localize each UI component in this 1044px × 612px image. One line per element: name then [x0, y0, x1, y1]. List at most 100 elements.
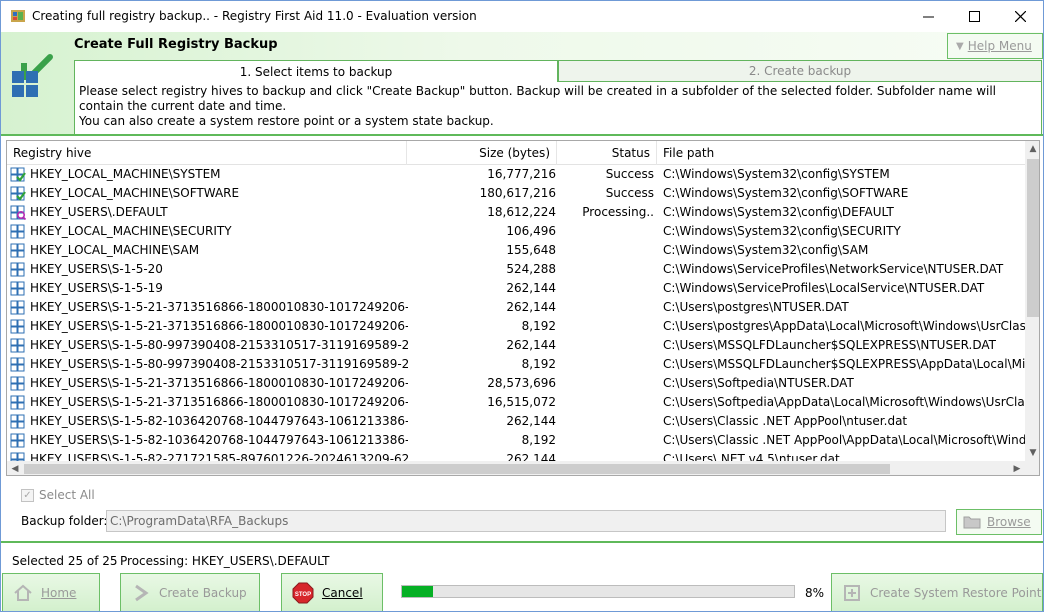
cell-status: Success [605, 186, 654, 200]
close-button[interactable] [997, 1, 1043, 32]
cancel-button[interactable]: STOP Cancel [281, 573, 383, 611]
select-all-checkbox[interactable]: ✓ Select All [21, 488, 95, 502]
table-row[interactable]: HKEY_USERS\S-1-5-82-271721585-897601226-… [7, 450, 1025, 461]
table-row[interactable]: HKEY_LOCAL_MACHINE\SYSTEM 16,777,216 Succe… [7, 165, 1025, 184]
cell-path: C:\Users\postgres\AppData\Local\Microsof… [663, 319, 1025, 333]
column-header-hive[interactable]: Registry hive [7, 141, 407, 165]
column-header-path[interactable]: File path [657, 141, 1025, 165]
scroll-up-icon[interactable]: ▲ [1025, 141, 1039, 157]
cell-path: C:\Users\Classic .NET AppPool\AppData\Lo… [663, 433, 1025, 447]
create-backup-label: Create Backup [159, 585, 247, 600]
cell-status [562, 260, 654, 279]
cell-status [562, 336, 654, 355]
table-row[interactable]: HKEY_USERS\S-1-5-82-1036420768-104479764… [7, 412, 1025, 431]
table-row[interactable]: HKEY_USERS\S-1-5-80-997390408-2153310517… [7, 355, 1025, 374]
table-row[interactable]: HKEY_LOCAL_MACHINE\SOFTWARE 180,617,216 Su… [7, 184, 1025, 203]
cell-status [562, 412, 654, 431]
cell-status [562, 317, 654, 336]
cell-size: 28,573,696 [487, 376, 556, 390]
table-row[interactable]: HKEY_USERS\S-1-5-21-3713516866-180001083… [7, 393, 1025, 412]
cell-status [562, 279, 654, 298]
scrollbar-thumb[interactable] [24, 464, 890, 474]
column-header-status[interactable]: Status [557, 141, 657, 165]
home-label: Home [41, 585, 77, 600]
scroll-corner [1025, 461, 1039, 475]
cell-status [562, 241, 654, 260]
scroll-down-icon[interactable]: ▼ [1025, 445, 1039, 461]
table-row[interactable]: HKEY_USERS\S-1-5-21-3713516866-180001083… [7, 374, 1025, 393]
maximize-icon [968, 11, 980, 22]
cell-status [562, 374, 654, 393]
create-backup-button[interactable]: Create Backup [120, 573, 260, 611]
table-row[interactable]: HKEY_USERS\S-1-5-82-1036420768-104479764… [7, 431, 1025, 450]
cell-status [562, 393, 654, 412]
cell-hive: HKEY_USERS\S-1-5-80-997390408-2153310517… [30, 338, 408, 352]
scroll-right-icon[interactable]: ▶ [1009, 461, 1025, 475]
tab-create-backup[interactable]: 2. Create backup [558, 60, 1042, 82]
scrollbar-thumb[interactable] [1027, 159, 1039, 317]
column-header-size[interactable]: Size (bytes) [407, 141, 557, 165]
cell-size: 8,192 [521, 357, 556, 371]
close-icon [1014, 11, 1026, 22]
registry-hive-table[interactable]: Registry hive Size (bytes) Status File p… [6, 140, 1040, 476]
cell-hive: HKEY_LOCAL_MACHINE\SOFTWARE [30, 186, 240, 200]
help-menu-button[interactable]: ▼ Help Menu [947, 33, 1043, 59]
checkbox-check-icon: ✓ [21, 488, 34, 502]
cell-size: 16,777,216 [487, 167, 556, 181]
cell-size: 262,144 [506, 414, 556, 428]
create-restore-point-button[interactable]: Create System Restore Point [831, 573, 1043, 611]
cell-status: Success [605, 167, 654, 181]
progress-fill [402, 586, 434, 597]
app-icon [11, 10, 25, 22]
scroll-left-icon[interactable]: ◀ [7, 461, 23, 475]
backup-folder-input[interactable]: C:\ProgramData\RFA_Backups [106, 510, 946, 532]
home-button[interactable]: Home [2, 573, 100, 611]
tab-select-items[interactable]: 1. Select items to backup [74, 60, 558, 82]
cell-size: 8,192 [521, 433, 556, 447]
table-row[interactable]: HKEY_USERS\S-1-5-20 524,288 C:\Windows\Ser… [7, 260, 1025, 279]
cell-size: 262,144 [506, 281, 556, 295]
table-row[interactable]: HKEY_LOCAL_MACHINE\SECURITY 106,496 C:\Win… [7, 222, 1025, 241]
triangle-down-icon: ▼ [956, 40, 964, 52]
vertical-scrollbar[interactable]: ▲ ▼ [1025, 141, 1039, 461]
table-row[interactable]: HKEY_USERS\S-1-5-21-3713516866-180001083… [7, 317, 1025, 336]
cell-size: 16,515,072 [487, 395, 556, 409]
backup-folder-label: Backup folder: [21, 514, 108, 528]
cell-path: C:\Windows\ServiceProfiles\NetworkServic… [663, 262, 1004, 276]
table-row[interactable]: HKEY_USERS\S-1-5-80-997390408-2153310517… [7, 336, 1025, 355]
cell-size: 18,612,224 [487, 205, 556, 219]
table-row[interactable]: HKEY_USERS\.DEFAULT 18,612,224 Processing.… [7, 203, 1025, 222]
cell-status: Processing.. [582, 205, 654, 219]
cell-size: 8,192 [521, 319, 556, 333]
registry-backup-logo-icon [12, 54, 53, 97]
cell-hive: HKEY_USERS\S-1-5-21-3713516866-180001083… [30, 376, 408, 390]
browse-label: Browse [987, 515, 1031, 529]
horizontal-scrollbar[interactable]: ◀ ▶ [7, 461, 1025, 475]
cell-path: C:\Windows\ServiceProfiles\LocalService\… [663, 281, 985, 295]
cell-path: C:\Users\Classic .NET AppPool\ntuser.dat [663, 414, 908, 428]
maximize-button[interactable] [951, 1, 997, 32]
restore-point-label: Create System Restore Point [870, 585, 1042, 600]
footer-divider [1, 541, 1043, 543]
minimize-button[interactable] [905, 1, 951, 32]
cell-path: C:\Windows\System32\config\DEFAULT [663, 205, 894, 219]
cell-hive: HKEY_USERS\S-1-5-82-1036420768-104479764… [30, 414, 408, 428]
cell-hive: HKEY_USERS\S-1-5-82-271721585-897601226-… [30, 452, 408, 461]
cell-path: C:\Users\Softpedia\AppData\Local\Microso… [663, 395, 1025, 409]
cell-hive: HKEY_USERS\S-1-5-19 [30, 281, 163, 295]
window-title: Creating full registry backup.. - Regist… [32, 9, 477, 23]
cell-status [562, 355, 654, 374]
cell-hive: HKEY_USERS\S-1-5-21-3713516866-180001083… [30, 300, 408, 314]
table-row[interactable]: HKEY_LOCAL_MACHINE\SAM 155,648 C:\Windows\… [7, 241, 1025, 260]
cell-path: C:\Users\Softpedia\NTUSER.DAT [663, 376, 854, 390]
cell-hive: HKEY_USERS\S-1-5-80-997390408-2153310517… [30, 357, 408, 371]
table-row[interactable]: HKEY_USERS\S-1-5-21-3713516866-180001083… [7, 298, 1025, 317]
arrow-right-icon [135, 584, 149, 601]
table-row[interactable]: HKEY_USERS\S-1-5-19 262,144 C:\Windows\Ser… [7, 279, 1025, 298]
header-divider [1, 134, 1043, 136]
cell-hive: HKEY_LOCAL_MACHINE\SAM [30, 243, 200, 257]
cell-path: C:\Windows\System32\config\SAM [663, 243, 869, 257]
home-icon [14, 584, 32, 601]
page-title: Create Full Registry Backup [74, 37, 278, 52]
browse-button[interactable]: Browse [956, 509, 1042, 535]
